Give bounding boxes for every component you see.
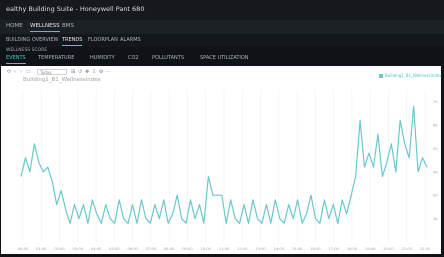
x-tick-label: 19:00 xyxy=(365,247,376,251)
y-tick-label: 60 xyxy=(433,124,438,128)
chart-panel: ⟳ ‹ › ▭ Today ⊞ ↺ ✥ ⇩ ⚙ ⋯ Building1_B1_W… xyxy=(1,66,442,254)
tab-temperature[interactable]: TEMPERATURE xyxy=(38,55,74,61)
x-tick-label: 09:00 xyxy=(182,247,193,251)
tab-events[interactable]: EVENTS xyxy=(6,55,26,64)
line-chart: 00:00 01:00 02:00 03:00 04:00 05:00 06:00 07:00… xyxy=(18,90,438,251)
nav-building-overview[interactable]: BUILDING OVERVIEW xyxy=(6,37,59,43)
tab-humidity[interactable]: HUMIDITY xyxy=(90,55,115,61)
y-tick-label: 70 xyxy=(433,100,438,104)
tab-space-utilization[interactable]: SPACE UTILIZATION xyxy=(200,55,249,61)
x-tick-label: 18:00 xyxy=(347,247,358,251)
x-tick-label: 10:00 xyxy=(201,247,212,251)
x-tick-label: 12:00 xyxy=(237,247,248,251)
nav-alarms[interactable]: ALARMS xyxy=(120,37,141,43)
x-tick-label: 21:00 xyxy=(402,247,413,251)
x-tick-label: 20:00 xyxy=(383,247,394,251)
x-tick-label: 11:00 xyxy=(219,247,230,251)
nav-trends[interactable]: TRENDS xyxy=(62,37,83,46)
nav-wellness[interactable]: WELLNESS xyxy=(30,23,60,32)
tab-pollutants[interactable]: POLLUTANTS xyxy=(152,55,184,61)
y-tick-label: 30 xyxy=(433,194,438,198)
x-tick-label: 16:00 xyxy=(310,247,321,251)
x-tick-label: 03:00 xyxy=(73,247,84,251)
x-tick-label: 14:00 xyxy=(274,247,285,251)
y-tick-label: 50 xyxy=(433,147,438,151)
x-tick-label: 15:00 xyxy=(292,247,303,251)
x-tick-label: 04:00 xyxy=(91,247,102,251)
x-tick-label: 00:00 xyxy=(18,247,29,251)
x-tick-label: 13:00 xyxy=(255,247,266,251)
tab-co2[interactable]: CO2 xyxy=(128,55,139,61)
nav-home[interactable]: HOME xyxy=(6,23,23,29)
secondary-nav: BUILDING OVERVIEW TRENDS FLOORPLAN ALARM… xyxy=(0,34,444,47)
x-tick-label: 02:00 xyxy=(54,247,65,251)
primary-nav: HOME WELLNESS BMS xyxy=(0,20,444,34)
x-tick-label: 05:00 xyxy=(109,247,120,251)
x-tick-label: 22:00 xyxy=(420,247,431,251)
y-tick-label: 20 xyxy=(433,217,438,221)
x-tick-label: 08:00 xyxy=(164,247,175,251)
x-tick-label: 06:00 xyxy=(127,247,138,251)
y-tick-label: 40 xyxy=(433,170,438,174)
x-tick-label: 17:00 xyxy=(328,247,339,251)
app-title: ealthy Building Suite - Honeywell Pant 6… xyxy=(6,5,145,13)
nav-bms[interactable]: BMS xyxy=(62,23,74,29)
x-tick-label: 01:00 xyxy=(36,247,47,251)
title-bar: ealthy Building Suite - Honeywell Pant 6… xyxy=(0,0,444,20)
metric-tabs: EVENTS TEMPERATURE HUMIDITY CO2 POLLUTAN… xyxy=(0,52,444,65)
x-tick-label: 07:00 xyxy=(146,247,157,251)
nav-floorplan[interactable]: FLOORPLAN xyxy=(88,37,118,43)
